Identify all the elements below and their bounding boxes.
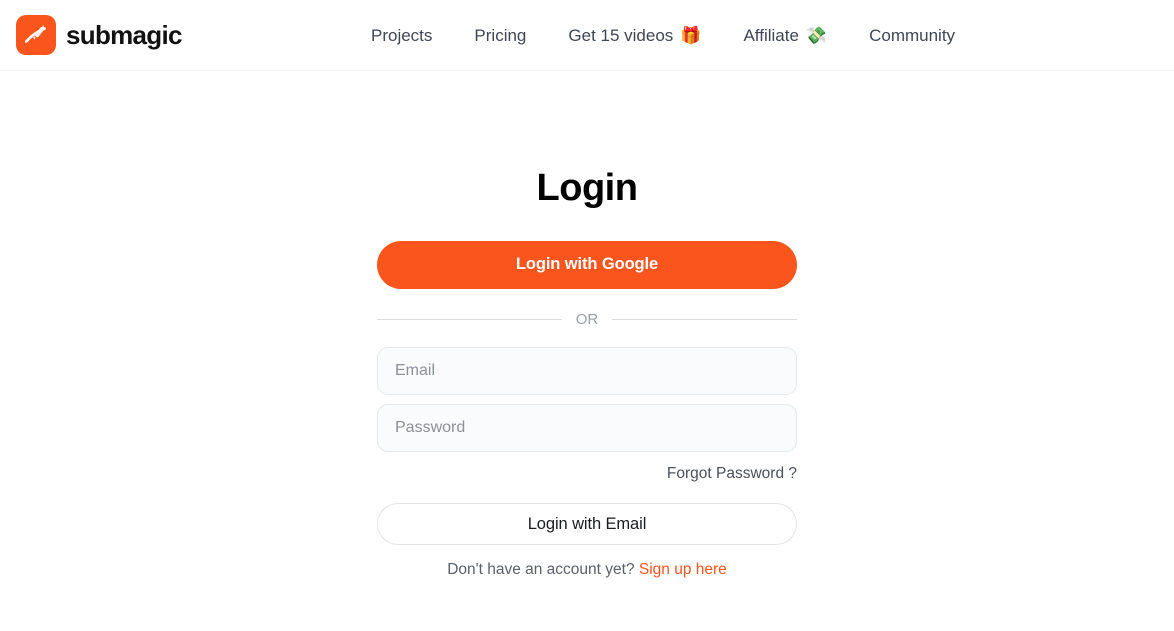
login-with-google-button[interactable]: Login with Google — [377, 240, 797, 289]
main-content: Login Login with Google OR Forgot Passwo… — [0, 71, 1174, 578]
signup-link[interactable]: Sign up here — [639, 561, 727, 578]
brand-name: submagic — [66, 20, 182, 50]
login-card: Login Login with Google OR Forgot Passwo… — [377, 167, 797, 578]
signup-prompt: Don't have an account yet? — [447, 561, 635, 579]
main-navigation: Projects Pricing Get 15 videos 🎁 Affilia… — [371, 0, 955, 71]
nav-item-get-15-videos[interactable]: Get 15 videos 🎁 — [568, 27, 701, 44]
divider-line-left — [377, 318, 562, 320]
signup-row: Don't have an account yet? Sign up here — [377, 562, 797, 578]
magic-wand-icon — [16, 15, 56, 55]
nav-item-pricing[interactable]: Pricing — [474, 27, 526, 44]
gift-icon: 🎁 — [680, 26, 702, 45]
forgot-password-row: Forgot Password ? — [377, 466, 797, 482]
email-input[interactable] — [377, 346, 797, 395]
password-input[interactable] — [377, 403, 797, 452]
nav-item-community[interactable]: Community — [869, 27, 955, 44]
divider-line-right — [612, 318, 797, 320]
nav-item-affiliate[interactable]: Affiliate 💸 — [743, 27, 827, 44]
forgot-password-link[interactable]: Forgot Password ? — [667, 466, 797, 482]
nav-label: Pricing — [474, 26, 527, 45]
nav-item-projects[interactable]: Projects — [371, 27, 432, 44]
or-divider: OR — [377, 312, 797, 327]
site-header: submagic Projects Pricing Get 15 videos … — [0, 0, 1174, 71]
login-with-email-button[interactable]: Login with Email — [377, 503, 797, 546]
nav-label: Get 15 videos — [568, 26, 674, 45]
nav-label: Affiliate — [743, 26, 799, 45]
brand-logo[interactable]: submagic — [16, 15, 182, 55]
divider-label: OR — [575, 310, 599, 328]
nav-label: Community — [869, 26, 956, 45]
page-title: Login — [536, 167, 638, 209]
money-icon: 💸 — [805, 26, 828, 45]
nav-label: Projects — [371, 26, 433, 45]
